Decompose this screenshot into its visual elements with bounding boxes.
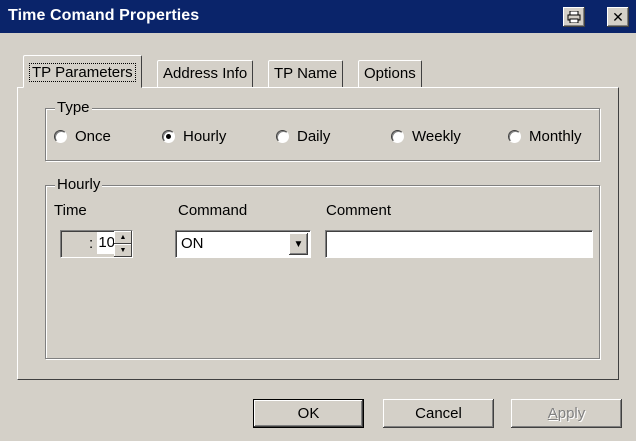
time-label: Time (54, 202, 87, 219)
chevron-down-icon[interactable]: ▼ (289, 233, 308, 255)
radio-button[interactable] (276, 130, 289, 143)
close-icon[interactable]: ✕ (607, 7, 629, 27)
radio-monthly[interactable]: Monthly (508, 128, 582, 145)
type-group: Type Once Hourly Daily Weekly Monthly (45, 99, 600, 161)
apply-button[interactable]: Apply (511, 399, 622, 428)
tab-options[interactable]: Options (358, 60, 422, 87)
time-field[interactable]: : 10 ▲ ▼ (60, 230, 133, 258)
radio-button[interactable] (508, 130, 521, 143)
radio-once[interactable]: Once (54, 128, 111, 145)
type-group-legend: Type (55, 99, 92, 117)
radio-label: Monthly (529, 128, 582, 145)
hourly-group-legend: Hourly (55, 176, 103, 194)
ok-button[interactable]: OK (253, 399, 364, 428)
tab-label: Options (364, 65, 416, 82)
command-label: Command (178, 202, 248, 219)
spin-down-icon[interactable]: ▼ (114, 244, 132, 257)
comment-label: Comment (326, 202, 392, 219)
tab-tp-parameters[interactable]: TP Parameters (23, 55, 142, 88)
radio-hourly[interactable]: Hourly (162, 128, 226, 145)
radio-weekly[interactable]: Weekly (391, 128, 461, 145)
hourly-group: Hourly Time Command Comment : 10 ▲ ▼ ON … (45, 176, 600, 359)
tab-panel: Type Once Hourly Daily Weekly Monthly Ho… (17, 87, 619, 380)
printer-icon[interactable] (563, 7, 585, 27)
command-select[interactable]: ON ▼ (175, 230, 311, 258)
cancel-button-label: Cancel (415, 405, 462, 422)
radio-label: Daily (297, 128, 331, 145)
cancel-button[interactable]: Cancel (383, 399, 494, 428)
title-bar: Time Comand Properties ✕ (0, 0, 636, 33)
tab-tp-name[interactable]: TP Name (268, 60, 344, 87)
tab-label: TP Parameters (29, 63, 136, 82)
tab-label: Address Info (163, 65, 248, 82)
command-value: ON (181, 235, 204, 252)
window-title: Time Comand Properties (8, 7, 200, 24)
radio-label: Hourly (183, 128, 227, 145)
comment-input[interactable] (325, 230, 593, 258)
radio-label: Once (75, 128, 111, 145)
time-separator: : (89, 235, 94, 252)
radio-daily[interactable]: Daily (276, 128, 330, 145)
radio-button[interactable] (162, 130, 175, 143)
radio-label: Weekly (412, 128, 461, 145)
tab-label: TP Name (274, 65, 338, 82)
spin-up-icon[interactable]: ▲ (114, 231, 132, 244)
apply-button-label: Apply (547, 405, 586, 422)
radio-button[interactable] (54, 130, 67, 143)
radio-button[interactable] (391, 130, 404, 143)
tab-address-info[interactable]: Address Info (157, 60, 254, 87)
ok-button-label: OK (297, 405, 320, 422)
